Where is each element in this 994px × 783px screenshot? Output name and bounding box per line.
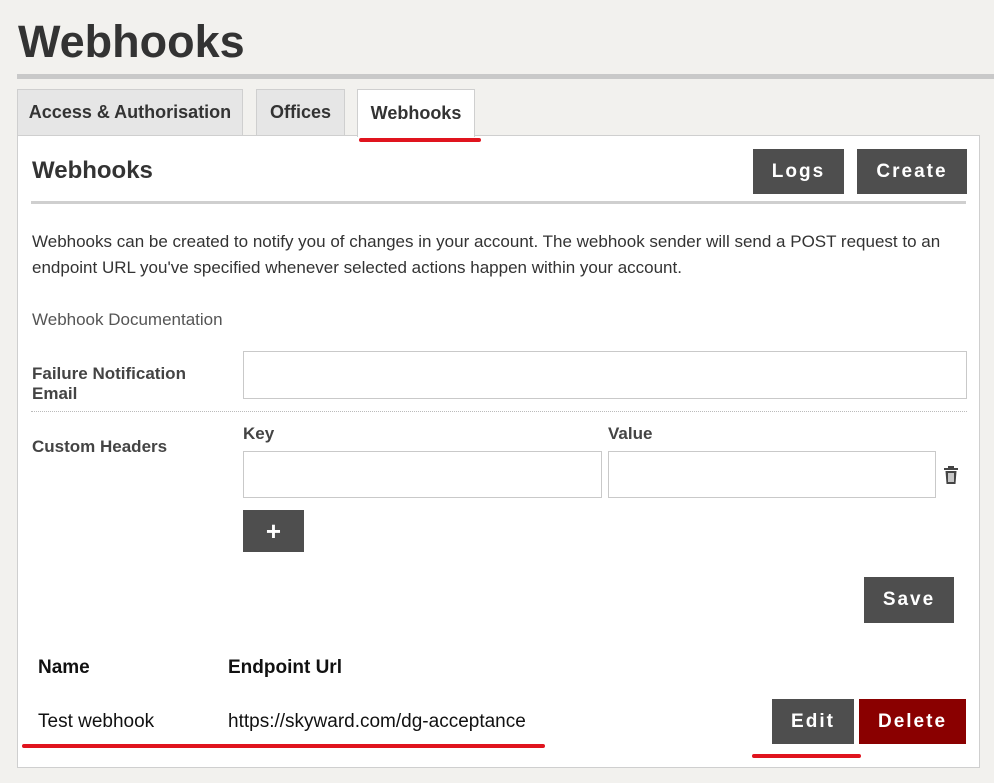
webhook-endpoint-url: https://skyward.com/dg-acceptance xyxy=(228,711,526,732)
title-divider xyxy=(17,74,994,79)
delete-button[interactable]: Delete xyxy=(859,699,966,744)
panel-title: Webhooks xyxy=(32,157,153,184)
trash-icon[interactable] xyxy=(942,465,960,485)
tab-offices[interactable]: Offices xyxy=(256,89,345,135)
column-header-name: Name xyxy=(38,657,90,678)
header-key-input[interactable] xyxy=(243,451,602,498)
custom-headers-label: Custom Headers xyxy=(32,437,168,456)
failure-email-field[interactable] xyxy=(243,351,967,399)
panel-divider xyxy=(31,201,966,204)
failure-email-label-line1: Failure Notification xyxy=(32,364,186,383)
annotation-underline-edit xyxy=(752,754,861,758)
failure-email-label-line2: Email xyxy=(32,384,78,403)
description-text: Webhooks can be created to notify you of… xyxy=(32,232,941,277)
add-header-button[interactable]: + xyxy=(243,510,304,552)
header-value-input[interactable] xyxy=(608,451,936,498)
form-divider xyxy=(31,411,967,412)
key-label: Key xyxy=(243,424,275,443)
webhook-documentation-link[interactable]: Webhook Documentation xyxy=(32,310,223,330)
webhooks-panel: Webhooks Logs Create Webhooks can be cre… xyxy=(17,135,980,768)
value-label: Value xyxy=(608,424,653,443)
webhook-name: Test webhook xyxy=(38,711,155,732)
edit-button[interactable]: Edit xyxy=(772,699,854,744)
tab-webhooks[interactable]: Webhooks xyxy=(357,89,475,137)
logs-button[interactable]: Logs xyxy=(753,149,844,194)
annotation-underline-tab xyxy=(359,138,481,142)
annotation-underline-row xyxy=(22,744,545,748)
tab-access-authorisation[interactable]: Access & Authorisation xyxy=(17,89,243,135)
failure-email-label: Failure Notification Email xyxy=(32,364,186,404)
column-header-endpoint-url: Endpoint Url xyxy=(228,657,342,678)
create-button[interactable]: Create xyxy=(857,149,967,194)
page-title: Webhooks xyxy=(18,16,245,67)
save-button[interactable]: Save xyxy=(864,577,954,623)
